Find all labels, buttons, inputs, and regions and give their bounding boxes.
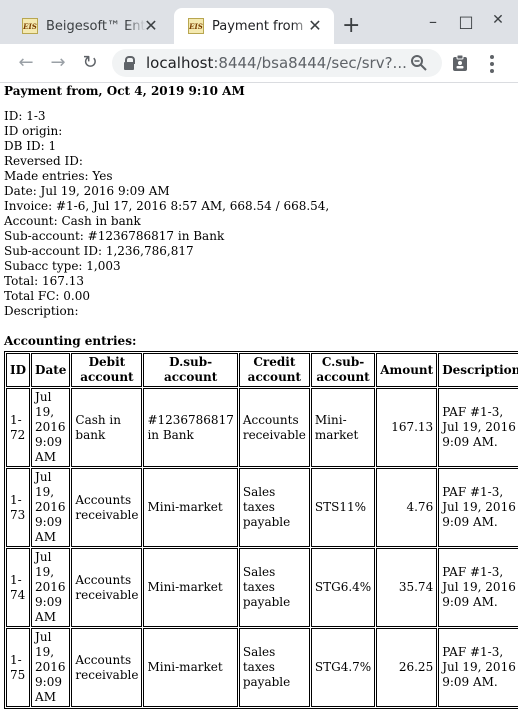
cell-credit-account: Sales taxes payable bbox=[238, 548, 310, 627]
eis-favicon-icon: EIS bbox=[22, 18, 38, 34]
clipboard-icon[interactable] bbox=[452, 54, 468, 72]
cell-debit-account: Accounts receivable bbox=[71, 628, 143, 707]
field-subacc-type: Subacc type: 1,003 bbox=[4, 259, 121, 273]
cell-d-sub-account: Mini-market bbox=[143, 628, 238, 707]
cell-date: Jul 19, 2016 9:09 AM bbox=[31, 468, 71, 547]
cell-id: 1-73 bbox=[6, 468, 31, 547]
payment-fields: ID: 1-3 ID origin: DB ID: 1 Reversed ID:… bbox=[4, 109, 516, 319]
field-id-origin: ID origin: bbox=[4, 124, 63, 138]
accounting-entries-table: ID Date Debit account D.sub-account Cred… bbox=[4, 351, 518, 709]
reload-icon[interactable]: ↻ bbox=[78, 51, 102, 75]
cell-credit-account: Accounts receivable bbox=[238, 388, 310, 467]
field-sub-account-id: Sub-account ID: 1,236,786,817 bbox=[4, 244, 194, 258]
zoom-icon[interactable] bbox=[410, 54, 428, 72]
field-id: ID: 1-3 bbox=[4, 109, 46, 123]
cell-date: Jul 19, 2016 9:09 AM bbox=[31, 548, 71, 627]
tab-title: Payment from bbox=[212, 18, 304, 34]
minimize-icon[interactable]: – bbox=[422, 12, 444, 34]
cell-description: PAF #1-3, Jul 19, 2016 9:09 AM. bbox=[438, 388, 518, 467]
cell-credit-account: Sales taxes payable bbox=[238, 628, 310, 707]
maximize-icon[interactable]: □ bbox=[455, 12, 477, 34]
cell-c-sub-account: Mini-market bbox=[310, 388, 376, 467]
table-row: 1-72 Jul 19, 2016 9:09 AM Cash in bank #… bbox=[6, 388, 518, 467]
table-header-row: ID Date Debit account D.sub-account Cred… bbox=[6, 353, 518, 387]
cell-debit-account: Accounts receivable bbox=[71, 548, 143, 627]
tab-title: Beigesoft™ Ent bbox=[46, 18, 146, 34]
table-row: 1-73 Jul 19, 2016 9:09 AM Accounts recei… bbox=[6, 468, 518, 547]
column-header-amount: Amount bbox=[376, 353, 438, 387]
address-bar[interactable]: localhost:8444/bsa8444/sec/srv?... bbox=[112, 49, 442, 77]
cell-date: Jul 19, 2016 9:09 AM bbox=[31, 388, 71, 467]
tab-payment[interactable]: EIS Payment from ✕ bbox=[174, 8, 334, 44]
back-arrow-icon[interactable]: ← bbox=[14, 51, 38, 75]
cell-d-sub-account: Mini-market bbox=[143, 468, 238, 547]
field-total-fc: Total FC: 0.00 bbox=[4, 289, 91, 303]
column-header-id: ID bbox=[6, 353, 31, 387]
field-description: Description: bbox=[4, 304, 79, 318]
column-header-debit-account: Debit account bbox=[71, 353, 143, 387]
cell-id: 1-75 bbox=[6, 628, 31, 707]
lock-icon bbox=[124, 55, 135, 70]
cell-amount: 167.13 bbox=[376, 388, 438, 467]
page-title: Payment from, Oct 4, 2019 9:10 AM bbox=[4, 84, 245, 98]
column-header-d-sub-account: D.sub-account bbox=[143, 353, 238, 387]
field-made-entries: Made entries: Yes bbox=[4, 169, 113, 183]
tab-strip: EIS Beigesoft™ Ent ✕ EIS Payment from ✕ … bbox=[0, 0, 518, 44]
menu-kebab-icon[interactable] bbox=[488, 52, 496, 74]
cell-amount: 35.74 bbox=[376, 548, 438, 627]
column-header-date: Date bbox=[31, 353, 71, 387]
cell-c-sub-account: STG4.7% bbox=[310, 628, 376, 707]
entries-heading: Accounting entries: bbox=[4, 334, 137, 348]
eis-favicon-icon: EIS bbox=[188, 18, 204, 34]
close-tab-icon[interactable]: ✕ bbox=[306, 17, 324, 35]
cell-description: PAF #1-3, Jul 19, 2016 9:09 AM. bbox=[438, 628, 518, 707]
field-date: Date: Jul 19, 2016 9:09 AM bbox=[4, 184, 170, 198]
cell-c-sub-account: STG6.4% bbox=[310, 548, 376, 627]
column-header-credit-account: Credit account bbox=[238, 353, 310, 387]
field-db-id: DB ID: 1 bbox=[4, 139, 57, 153]
field-account: Account: Cash in bank bbox=[4, 214, 141, 228]
cell-amount: 26.25 bbox=[376, 628, 438, 707]
column-header-description: Description bbox=[438, 353, 518, 387]
cell-credit-account: Sales taxes payable bbox=[238, 468, 310, 547]
cell-amount: 4.76 bbox=[376, 468, 438, 547]
table-row: 1-74 Jul 19, 2016 9:09 AM Accounts recei… bbox=[6, 548, 518, 627]
cell-d-sub-account: #1236786817 in Bank bbox=[143, 388, 238, 467]
new-tab-button[interactable]: + bbox=[342, 14, 360, 38]
table-row: 1-75 Jul 19, 2016 9:09 AM Accounts recei… bbox=[6, 628, 518, 707]
cell-debit-account: Accounts receivable bbox=[71, 468, 143, 547]
cell-description: PAF #1-3, Jul 19, 2016 9:09 AM. bbox=[438, 548, 518, 627]
cell-d-sub-account: Mini-market bbox=[143, 548, 238, 627]
url-text: localhost:8444/bsa8444/sec/srv?... bbox=[146, 54, 407, 72]
close-tab-icon[interactable]: ✕ bbox=[142, 17, 160, 35]
field-sub-account: Sub-account: #1236786817 in Bank bbox=[4, 229, 225, 243]
cell-debit-account: Cash in bank bbox=[71, 388, 143, 467]
page-content: Payment from, Oct 4, 2019 9:10 AM ID: 1-… bbox=[4, 82, 518, 709]
column-header-c-sub-account: C.sub-account bbox=[310, 353, 376, 387]
field-total: Total: 167.13 bbox=[4, 274, 84, 288]
field-invoice: Invoice: #1-6, Jul 17, 2016 8:57 AM, 668… bbox=[4, 199, 330, 213]
cell-date: Jul 19, 2016 9:09 AM bbox=[31, 628, 71, 707]
cell-c-sub-account: STS11% bbox=[310, 468, 376, 547]
tab-beigesoft[interactable]: EIS Beigesoft™ Ent ✕ bbox=[8, 8, 170, 44]
cell-id: 1-74 bbox=[6, 548, 31, 627]
field-reversed-id: Reversed ID: bbox=[4, 154, 83, 168]
forward-arrow-icon[interactable]: → bbox=[46, 51, 70, 75]
cell-description: PAF #1-3, Jul 19, 2016 9:09 AM. bbox=[438, 468, 518, 547]
cell-id: 1-72 bbox=[6, 388, 31, 467]
browser-toolbar: ← → ↻ localhost:8444/bsa8444/sec/srv?... bbox=[0, 44, 518, 83]
close-window-icon[interactable]: ✕ bbox=[487, 12, 509, 34]
